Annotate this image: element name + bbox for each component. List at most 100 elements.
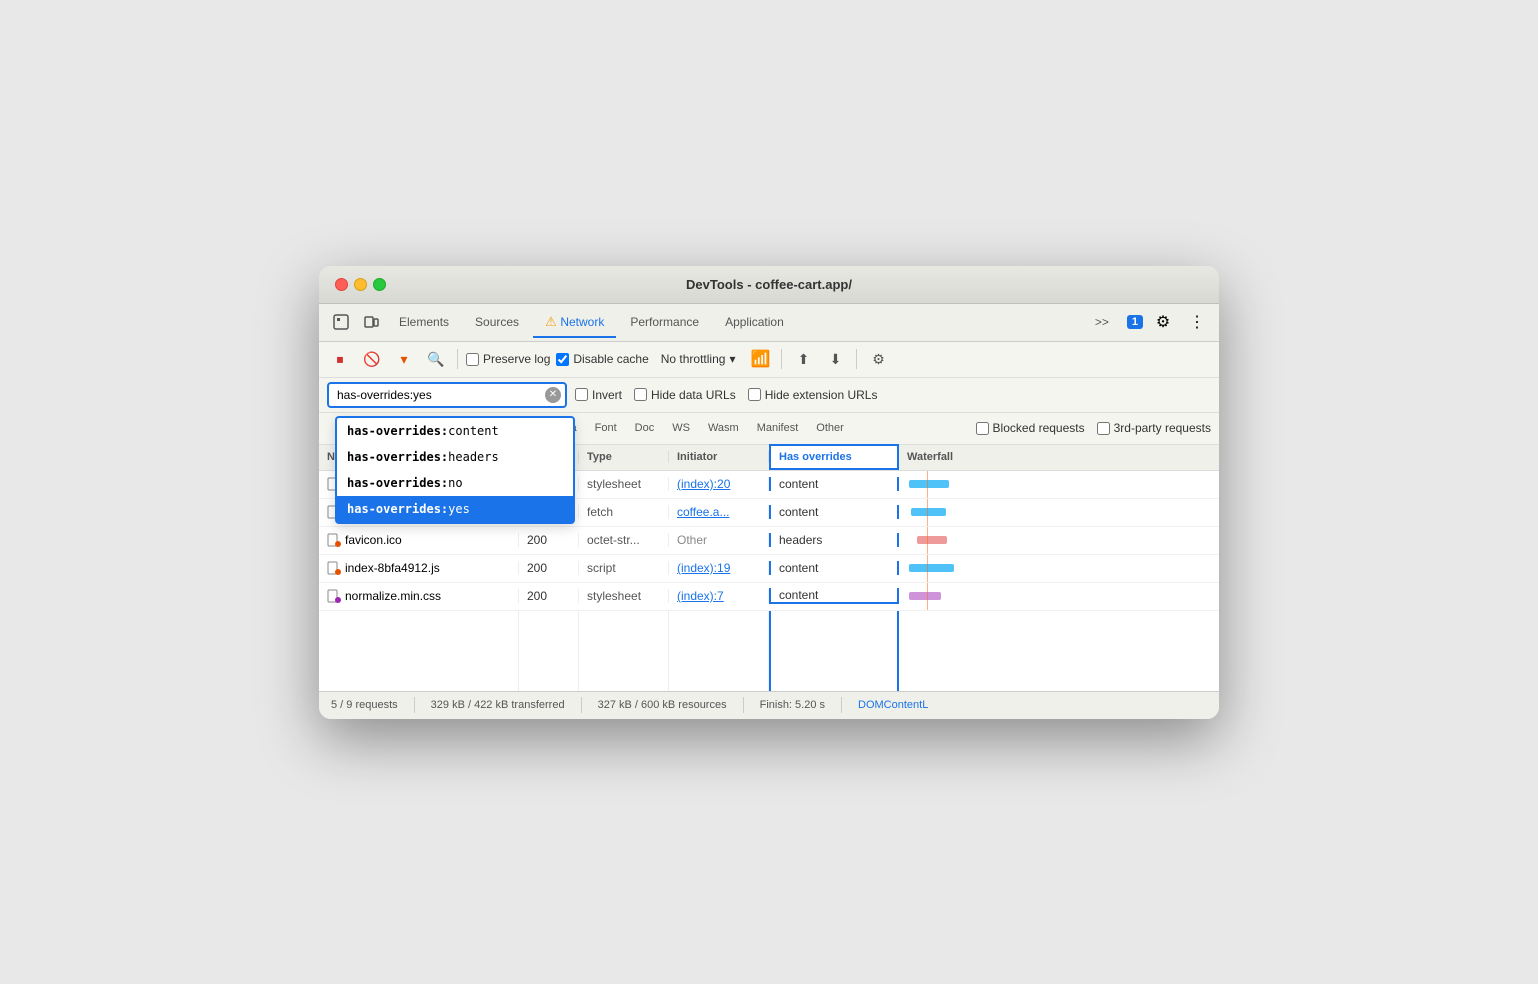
row-overrides-2: content: [769, 505, 899, 519]
resources-size: 327 kB / 600 kB resources: [598, 699, 727, 711]
col-type-header[interactable]: Type: [579, 451, 669, 463]
row-overrides-1: content: [769, 477, 899, 491]
col-overrides-header[interactable]: Has overrides: [769, 444, 899, 470]
blocked-requests-label[interactable]: Blocked requests: [976, 421, 1085, 435]
row-initiator-1[interactable]: (index):20: [669, 477, 769, 491]
finish-time: Finish: 5.20 s: [760, 699, 825, 711]
status-divider-3: [743, 697, 744, 713]
upload-button[interactable]: ⬆: [790, 346, 816, 372]
toolbar-divider-1: [457, 349, 458, 369]
autocomplete-item-no[interactable]: has-overrides:no: [337, 470, 573, 496]
row-initiator-4[interactable]: (index):19: [669, 561, 769, 575]
more-tabs-button[interactable]: >>: [1083, 309, 1121, 335]
type-filter-wasm[interactable]: Wasm: [700, 420, 747, 436]
cursor-icon[interactable]: [327, 308, 355, 336]
download-button[interactable]: ⬇: [822, 346, 848, 372]
device-icon[interactable]: [357, 308, 385, 336]
row-initiator-3: Other: [669, 533, 769, 547]
tab-network[interactable]: ⚠ Network: [533, 308, 616, 338]
type-filter-manifest[interactable]: Manifest: [749, 420, 807, 436]
network-warning-icon: ⚠: [545, 314, 560, 329]
row-waterfall-2: [899, 499, 1219, 526]
row-status-4: 200: [519, 561, 579, 575]
minimize-button[interactable]: [354, 278, 367, 291]
search-button[interactable]: 🔍: [423, 346, 449, 372]
hide-data-urls-label[interactable]: Hide data URLs: [634, 388, 736, 402]
file-icon-5: [327, 589, 341, 603]
row-type-5: stylesheet: [579, 589, 669, 603]
status-bar: 5 / 9 requests 329 kB / 422 kB transferr…: [319, 691, 1219, 719]
status-divider-1: [414, 697, 415, 713]
invert-checkbox[interactable]: [575, 388, 588, 401]
tab-end-icons: >> 1 ⚙ ⋮: [1083, 308, 1211, 336]
tab-application[interactable]: Application: [713, 309, 796, 335]
status-divider-2: [581, 697, 582, 713]
row-status-5: 200: [519, 589, 579, 603]
throttle-dropdown-icon: ▾: [729, 352, 735, 366]
tab-elements[interactable]: Elements: [387, 309, 461, 335]
filter-options: Invert Hide data URLs Hide extension URL…: [575, 388, 1211, 402]
preserve-log-checkbox[interactable]: [466, 353, 479, 366]
toolbar: ⏹ 🚫 ▾ 🔍 Preserve log Disable cache No th…: [319, 342, 1219, 378]
filter-bar: ✕ has-overrides:content has-overrides:he…: [319, 378, 1219, 413]
request-count: 5 / 9 requests: [331, 699, 398, 711]
third-party-checkbox[interactable]: [1097, 422, 1110, 435]
stop-recording-button[interactable]: ⏹: [327, 346, 353, 372]
autocomplete-item-headers[interactable]: has-overrides:headers: [337, 444, 573, 470]
row-waterfall-4: [899, 555, 1219, 582]
blocked-requests-checkbox[interactable]: [976, 422, 989, 435]
transferred-size: 329 kB / 422 kB transferred: [431, 699, 565, 711]
hide-data-urls-checkbox[interactable]: [634, 388, 647, 401]
autocomplete-item-yes[interactable]: has-overrides:yes: [337, 496, 573, 522]
row-name-4: index-8bfa4912.js: [319, 561, 519, 575]
file-icon-4: [327, 561, 341, 575]
hide-extension-urls-checkbox[interactable]: [748, 388, 761, 401]
hide-extension-urls-label[interactable]: Hide extension URLs: [748, 388, 878, 402]
invert-label[interactable]: Invert: [575, 388, 622, 402]
table-row[interactable]: index-8bfa4912.js 200 script (index):19 …: [319, 555, 1219, 583]
status-divider-4: [841, 697, 842, 713]
maximize-button[interactable]: [373, 278, 386, 291]
title-bar: DevTools - coffee-cart.app/: [319, 266, 1219, 304]
preserve-log-label[interactable]: Preserve log: [466, 352, 550, 366]
type-filter-ws[interactable]: WS: [664, 420, 698, 436]
file-icon-3: [327, 533, 341, 547]
table-row[interactable]: normalize.min.css 200 stylesheet (index)…: [319, 583, 1219, 611]
row-overrides-4: content: [769, 561, 899, 575]
empty-space: [319, 611, 1219, 691]
autocomplete-dropdown: has-overrides:content has-overrides:head…: [335, 416, 575, 524]
network-settings-button[interactable]: ⚙: [865, 346, 891, 372]
close-button[interactable]: [335, 278, 348, 291]
table-row[interactable]: favicon.ico 200 octet-str... Other heade…: [319, 527, 1219, 555]
more-options-icon[interactable]: ⋮: [1183, 308, 1211, 336]
row-initiator-5[interactable]: (index):7: [669, 589, 769, 603]
throttle-select[interactable]: No throttling ▾: [655, 350, 742, 368]
domcontent-link[interactable]: DOMContentL: [858, 699, 928, 711]
wifi-icon[interactable]: 📶: [747, 346, 773, 372]
filter-clear-button[interactable]: ✕: [545, 387, 561, 403]
disable-cache-checkbox[interactable]: [556, 353, 569, 366]
row-name-5: normalize.min.css: [319, 589, 519, 603]
tab-sources[interactable]: Sources: [463, 309, 531, 335]
filter-input-wrapper: ✕ has-overrides:content has-overrides:he…: [327, 382, 567, 408]
third-party-label[interactable]: 3rd-party requests: [1097, 421, 1211, 435]
col-initiator-header[interactable]: Initiator: [669, 451, 769, 463]
col-waterfall-header[interactable]: Waterfall: [899, 451, 1219, 463]
settings-icon[interactable]: ⚙: [1149, 308, 1177, 336]
autocomplete-item-content[interactable]: has-overrides:content: [337, 418, 573, 444]
row-name-3: favicon.ico: [319, 533, 519, 547]
row-type-4: script: [579, 561, 669, 575]
filter-button[interactable]: ▾: [391, 346, 417, 372]
type-filter-font[interactable]: Font: [587, 420, 625, 436]
tab-performance[interactable]: Performance: [618, 309, 711, 335]
row-waterfall-5: [899, 583, 1219, 610]
clear-button[interactable]: 🚫: [359, 346, 385, 372]
type-filter-doc[interactable]: Doc: [627, 420, 663, 436]
disable-cache-label[interactable]: Disable cache: [556, 352, 648, 366]
type-filter-other[interactable]: Other: [808, 420, 852, 436]
filter-input[interactable]: [327, 382, 567, 408]
blocked-options: Blocked requests 3rd-party requests: [976, 421, 1211, 435]
row-waterfall-3: [899, 527, 1219, 554]
row-initiator-2[interactable]: coffee.a...: [669, 505, 769, 519]
row-overrides-3: headers: [769, 533, 899, 547]
